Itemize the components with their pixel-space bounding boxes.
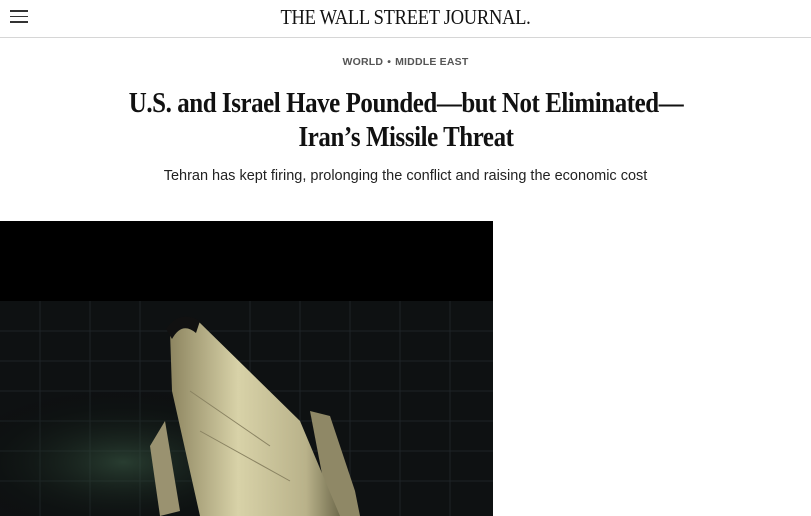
section-breadcrumb: WORLD • MIDDLE EAST	[0, 56, 811, 68]
section-link-world[interactable]: WORLD	[343, 56, 384, 68]
article-subheadline: Tehran has kept firing, prolonging the c…	[163, 168, 648, 184]
top-navigation-bar: THE WALL STREET JOURNAL.	[0, 0, 811, 38]
missile-photo-illustration	[0, 221, 493, 516]
breadcrumb-separator: •	[387, 56, 392, 68]
section-link-middle-east[interactable]: MIDDLE EAST	[395, 56, 468, 68]
hamburger-menu-icon[interactable]	[10, 7, 28, 24]
article-headline: U.S. and Israel Have Pounded—but Not Eli…	[128, 87, 684, 153]
article-lead-photo	[0, 221, 493, 516]
masthead-logo[interactable]: THE WALL STREET JOURNAL.	[49, 5, 763, 30]
